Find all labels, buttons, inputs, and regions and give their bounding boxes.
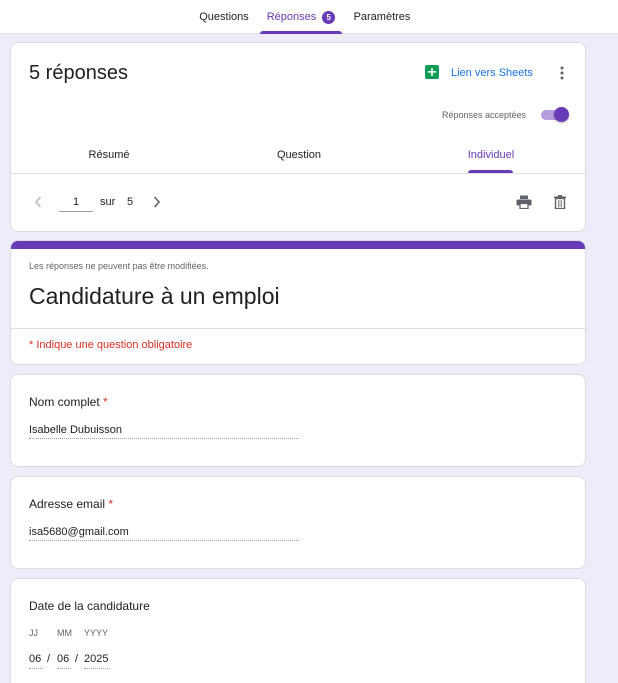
date-month-underline	[57, 668, 71, 669]
required-marker: *	[103, 395, 108, 409]
date-day-value: 06	[29, 653, 42, 665]
pager-current-input[interactable]: 1	[59, 196, 93, 208]
question-card-name: Nom complet * Isabelle Dubuisson	[10, 374, 586, 467]
tab-responses-label: Réponses	[266, 11, 317, 23]
subtab-summary[interactable]: Résumé	[69, 149, 149, 161]
subtab-individual-label: Individuel	[467, 149, 515, 161]
question-label-date: Date de la candidature	[29, 599, 150, 613]
subtab-individual[interactable]: Individuel	[451, 149, 531, 161]
accepting-responses-label: Réponses acceptées	[442, 110, 527, 120]
date-year-value: 2025	[84, 653, 109, 665]
subtab-question[interactable]: Question	[259, 149, 339, 161]
responses-summary-card: 5 réponses Lien vers Sheets Réponses acc…	[10, 42, 586, 232]
date-year-label: YYYY	[84, 628, 109, 638]
sheets-icon[interactable]	[424, 64, 440, 80]
readonly-note: Les réponses ne peuvent pas être modifié…	[29, 261, 209, 271]
chevron-left-icon[interactable]	[31, 195, 45, 209]
date-separator: /	[47, 653, 51, 665]
pager-of-label: sur	[100, 196, 116, 208]
date-month-value: 06	[57, 653, 70, 665]
required-marker: *	[108, 497, 114, 511]
tab-settings[interactable]: Paramètres	[346, 0, 418, 34]
date-month-label: MM	[57, 628, 72, 638]
toggle-knob[interactable]	[554, 107, 569, 122]
responses-count-badge: 5	[322, 10, 336, 24]
active-tab-indicator	[260, 31, 342, 34]
form-title: Candidature à un emploi	[29, 283, 280, 309]
form-accent-band	[11, 241, 585, 249]
sheets-link[interactable]: Lien vers Sheets	[451, 67, 533, 79]
answer-name: Isabelle Dubuisson	[29, 424, 122, 436]
chevron-right-icon[interactable]	[150, 195, 164, 209]
question-label-name: Nom complet *	[29, 395, 108, 409]
tab-questions-label: Questions	[199, 11, 249, 23]
summary-divider	[11, 173, 585, 174]
question-card-date: Date de la candidature JJ MM YYYY 06 / 0…	[10, 578, 586, 683]
answer-underline	[29, 540, 299, 541]
pager-input-underline	[59, 211, 93, 212]
answer-email: isa5680@gmail.com	[29, 526, 129, 538]
tab-settings-label: Paramètres	[353, 11, 411, 23]
responses-count-title: 5 réponses	[29, 62, 128, 84]
required-note: * Indique une question obligatoire	[29, 339, 193, 351]
question-label-name-text: Nom complet	[29, 395, 100, 409]
date-separator: /	[75, 653, 79, 665]
print-icon[interactable]	[515, 194, 532, 210]
subtab-summary-label: Résumé	[88, 149, 130, 161]
tab-responses[interactable]: Réponses 5	[260, 0, 342, 34]
question-label-email-text: Adresse email	[29, 497, 106, 511]
question-label-email: Adresse email *	[29, 497, 113, 511]
delete-icon[interactable]	[552, 194, 567, 210]
date-year-underline	[84, 668, 110, 669]
form-header-card: Les réponses ne peuvent pas être modifié…	[10, 240, 586, 365]
tab-questions[interactable]: Questions	[192, 0, 256, 34]
date-day-label: JJ	[29, 628, 38, 638]
date-day-underline	[29, 668, 43, 669]
answer-underline	[29, 438, 299, 439]
top-nav: Questions Réponses 5 Paramètres	[0, 0, 618, 34]
question-card-email: Adresse email * isa5680@gmail.com	[10, 476, 586, 569]
subtab-question-label: Question	[276, 149, 322, 161]
form-header-divider	[11, 328, 585, 329]
pager-total: 5	[127, 196, 134, 208]
more-options-icon[interactable]	[555, 65, 569, 81]
